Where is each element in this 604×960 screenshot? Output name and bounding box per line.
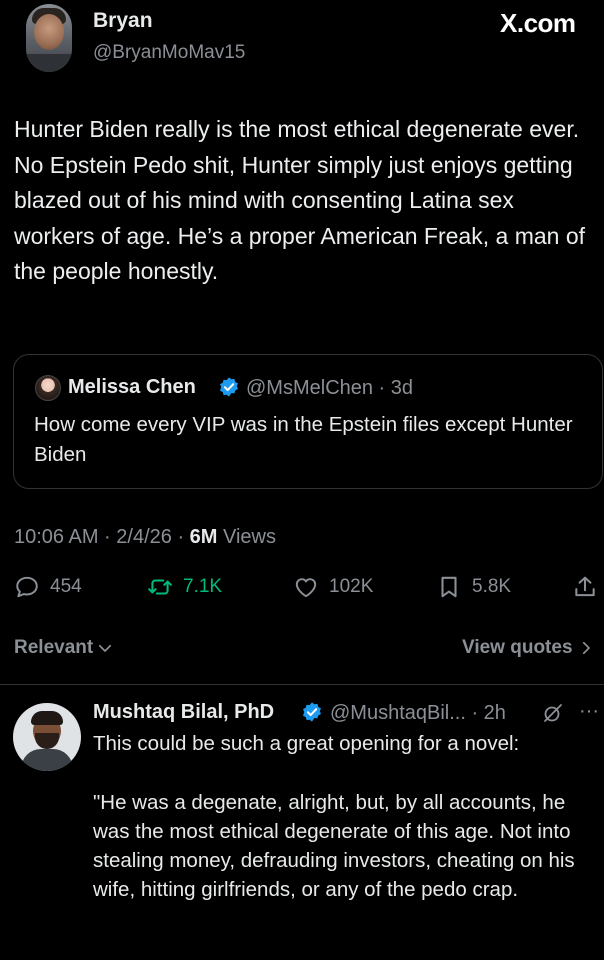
- view-quotes-label: View quotes: [462, 637, 573, 658]
- reply-author-handle-time: @MushtaqBil... · 2h: [330, 702, 506, 724]
- quoted-tweet-text: How come every VIP was in the Epstein fi…: [34, 413, 573, 466]
- sort-label: Relevant: [14, 637, 94, 658]
- share-button[interactable]: [572, 572, 598, 602]
- reply-text: This could be such a great opening for a…: [93, 732, 575, 902]
- bookmark-icon: [441, 576, 457, 598]
- author-avatar[interactable]: [26, 4, 72, 72]
- like-button[interactable]: 102K: [293, 572, 373, 602]
- chevron-right-icon: [582, 641, 590, 655]
- chevron-down-icon: [99, 644, 112, 652]
- reply-icon: [16, 576, 38, 598]
- grok-icon[interactable]: [541, 701, 565, 725]
- tweet-meta: 10:06 AM · 2/4/26 · 6M Views: [14, 526, 276, 549]
- reply-button[interactable]: 454: [14, 572, 82, 602]
- x-logo-watermark: X.com: [500, 8, 576, 38]
- verified-icon: [303, 702, 321, 722]
- views-label: Views: [217, 526, 276, 548]
- view-quotes-link[interactable]: View quotes: [462, 637, 595, 659]
- more-icon[interactable]: ···: [579, 700, 599, 723]
- quoted-author-name[interactable]: Melissa Chen: [68, 376, 196, 399]
- views-count: 6M: [189, 526, 218, 548]
- reply-count: 454: [50, 576, 82, 597]
- author-handle[interactable]: @BryanMoMav15: [93, 42, 245, 64]
- share-icon: [575, 576, 595, 597]
- verified-icon: [220, 377, 238, 397]
- bookmark-count: 5.8K: [472, 576, 512, 597]
- reply-author-avatar[interactable]: [13, 703, 81, 771]
- divider: [0, 684, 604, 685]
- quoted-author-handle-time: @MsMelChen · 3d: [246, 377, 414, 399]
- tweet-timestamp[interactable]: 10:06 AM · 2/4/26 ·: [14, 526, 190, 548]
- like-icon: [295, 578, 317, 598]
- repost-icon: [148, 579, 172, 595]
- like-count: 102K: [329, 576, 374, 597]
- reply-author-name[interactable]: Mushtaq Bilal, PhD: [93, 701, 274, 724]
- quoted-author-avatar[interactable]: [35, 375, 61, 401]
- repost-count: 7.1K: [183, 576, 223, 597]
- author-name[interactable]: Bryan: [93, 9, 153, 33]
- bookmark-button[interactable]: 5.8K: [436, 572, 511, 602]
- sort-relevant-dropdown[interactable]: Relevant: [14, 637, 114, 659]
- repost-button[interactable]: 7.1K: [147, 572, 222, 602]
- tweet-text: Hunter Biden really is the most ethical …: [14, 116, 586, 284]
